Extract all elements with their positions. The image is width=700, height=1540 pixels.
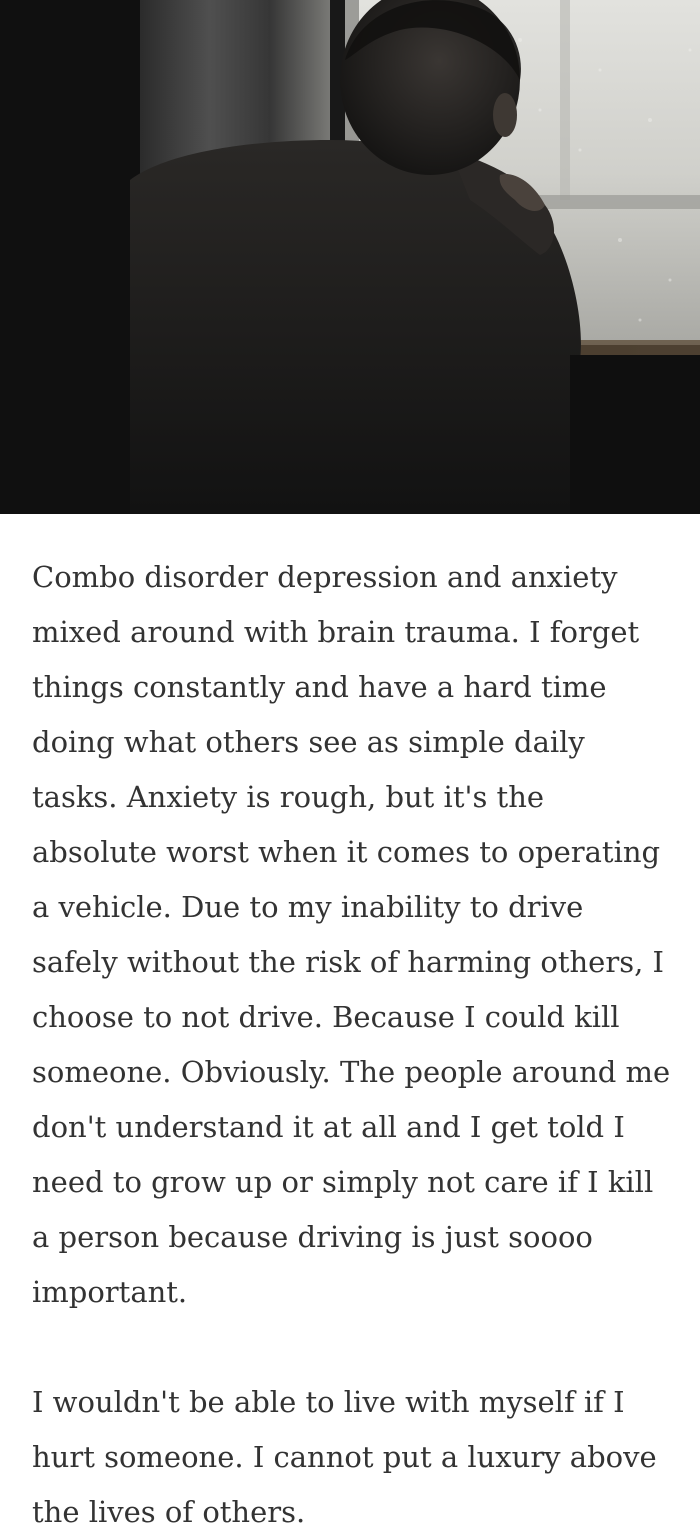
article-paragraph-1: Combo disorder depression and anxiety mi…	[32, 560, 671, 1309]
article-body: Combo disorder depression and anxiety mi…	[32, 550, 672, 1540]
photo-person-by-window-icon	[0, 0, 700, 514]
hero-photo	[0, 0, 700, 514]
article-paragraph-2: I wouldn't be able to live with myself i…	[32, 1385, 657, 1529]
